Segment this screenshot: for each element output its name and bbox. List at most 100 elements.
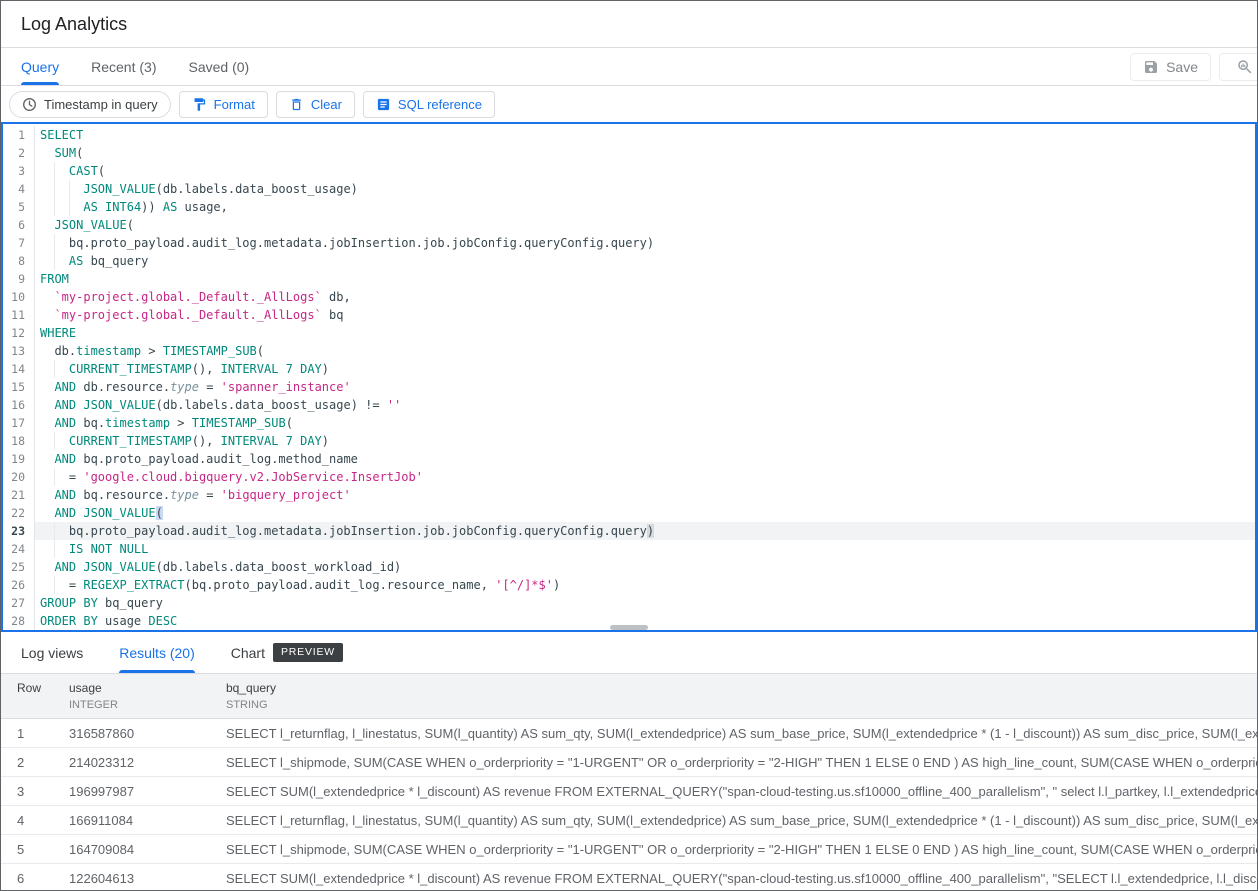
- code-text: SELECT: [35, 126, 1255, 144]
- format-button[interactable]: Format: [179, 91, 268, 118]
- table-row[interactable]: 1316587860SELECT l_returnflag, l_linesta…: [1, 719, 1257, 748]
- code-text: AND JSON_VALUE(db.labels.data_boost_usag…: [35, 396, 1255, 414]
- search-insights-icon: [1236, 58, 1254, 76]
- column-header-usage: usage: [69, 681, 226, 695]
- format-paint-icon: [192, 97, 207, 112]
- code-line[interactable]: 11 `my-project.global._Default._AllLogs`…: [3, 306, 1255, 324]
- sql-reference-button[interactable]: SQL reference: [363, 91, 495, 118]
- code-line[interactable]: 12WHERE: [3, 324, 1255, 342]
- column-type-bq-query: STRING: [226, 699, 1257, 711]
- tab-log-views[interactable]: Log views: [21, 632, 83, 673]
- code-text: AS INT64)) AS usage,: [35, 198, 1255, 216]
- code-line[interactable]: 19 AND bq.proto_payload.audit_log.method…: [3, 450, 1255, 468]
- log-analytics-window: Log Analytics Query Recent (3) Saved (0)…: [0, 0, 1258, 891]
- code-line[interactable]: 6 JSON_VALUE(: [3, 216, 1255, 234]
- table-row[interactable]: 3196997987SELECT SUM(l_extendedprice * l…: [1, 777, 1257, 806]
- line-number: 1: [3, 126, 35, 144]
- trash-icon: [289, 97, 304, 112]
- code-text: `my-project.global._Default._AllLogs` bq: [35, 306, 1255, 324]
- query-insights-button[interactable]: [1219, 53, 1258, 81]
- save-button[interactable]: Save: [1130, 53, 1211, 81]
- code-text: AND db.resource.type = 'spanner_instance…: [35, 378, 1255, 396]
- bq-query-cell: SELECT SUM(l_extendedprice * l_discount)…: [226, 784, 1257, 799]
- line-number: 15: [3, 378, 35, 396]
- code-text: AND JSON_VALUE(: [35, 504, 1255, 522]
- line-number: 21: [3, 486, 35, 504]
- code-line[interactable]: 4 JSON_VALUE(db.labels.data_boost_usage): [3, 180, 1255, 198]
- bq-query-cell: SELECT l_shipmode, SUM(CASE WHEN o_order…: [226, 842, 1257, 857]
- code-text: SUM(: [35, 144, 1255, 162]
- column-header-row: Row: [17, 681, 69, 695]
- code-text: JSON_VALUE(: [35, 216, 1255, 234]
- code-line[interactable]: 27GROUP BY bq_query: [3, 594, 1255, 612]
- line-number: 14: [3, 360, 35, 378]
- code-text: bq.proto_payload.audit_log.metadata.jobI…: [35, 234, 1255, 252]
- results-table-header: Row usage INTEGER bq_query STRING: [1, 673, 1257, 719]
- code-text: = REGEXP_EXTRACT(bq.proto_payload.audit_…: [35, 576, 1255, 594]
- line-number: 2: [3, 144, 35, 162]
- table-row[interactable]: 4166911084SELECT l_returnflag, l_linesta…: [1, 806, 1257, 835]
- code-line[interactable]: 17 AND bq.timestamp > TIMESTAMP_SUB(: [3, 414, 1255, 432]
- usage-cell: 164709084: [69, 842, 226, 857]
- code-text: CURRENT_TIMESTAMP(), INTERVAL 7 DAY): [35, 360, 1255, 378]
- code-text: FROM: [35, 270, 1255, 288]
- tab-recent[interactable]: Recent (3): [91, 48, 156, 85]
- code-line[interactable]: 25 AND JSON_VALUE(db.labels.data_boost_w…: [3, 558, 1255, 576]
- code-line[interactable]: 20 = 'google.cloud.bigquery.v2.JobServic…: [3, 468, 1255, 486]
- usage-cell: 166911084: [69, 813, 226, 828]
- code-line[interactable]: 21 AND bq.resource.type = 'bigquery_proj…: [3, 486, 1255, 504]
- line-number: 3: [3, 162, 35, 180]
- tab-saved[interactable]: Saved (0): [188, 48, 249, 85]
- code-text: AND bq.proto_payload.audit_log.method_na…: [35, 450, 1255, 468]
- line-number: 12: [3, 324, 35, 342]
- tab-query[interactable]: Query: [21, 48, 59, 85]
- code-line[interactable]: 22 AND JSON_VALUE(: [3, 504, 1255, 522]
- query-tabbar: Query Recent (3) Saved (0) Save: [1, 48, 1257, 86]
- code-line[interactable]: 8 AS bq_query: [3, 252, 1255, 270]
- clear-button[interactable]: Clear: [276, 91, 355, 118]
- tab-results[interactable]: Results (20): [119, 632, 194, 673]
- code-line[interactable]: 1SELECT: [3, 126, 1255, 144]
- code-line[interactable]: 26 = REGEXP_EXTRACT(bq.proto_payload.aud…: [3, 576, 1255, 594]
- column-type-usage: INTEGER: [69, 699, 226, 711]
- code-line[interactable]: 24 IS NOT NULL: [3, 540, 1255, 558]
- save-icon: [1143, 59, 1159, 75]
- row-number-cell: 5: [1, 842, 69, 857]
- line-number: 11: [3, 306, 35, 324]
- line-number: 19: [3, 450, 35, 468]
- timestamp-in-query-chip[interactable]: Timestamp in query: [9, 91, 171, 118]
- tab-chart[interactable]: Chart PREVIEW: [231, 632, 343, 673]
- code-text: AND JSON_VALUE(db.labels.data_boost_work…: [35, 558, 1255, 576]
- table-row[interactable]: 2214023312SELECT l_shipmode, SUM(CASE WH…: [1, 748, 1257, 777]
- clock-icon: [22, 97, 37, 112]
- timestamp-chip-label: Timestamp in query: [44, 97, 158, 112]
- sql-editor[interactable]: 1SELECT2 SUM(3 CAST(4 JSON_VALUE(db.labe…: [1, 122, 1257, 632]
- line-number: 26: [3, 576, 35, 594]
- code-line[interactable]: 2 SUM(: [3, 144, 1255, 162]
- code-line[interactable]: 13 db.timestamp > TIMESTAMP_SUB(: [3, 342, 1255, 360]
- code-line[interactable]: 16 AND JSON_VALUE(db.labels.data_boost_u…: [3, 396, 1255, 414]
- line-number: 16: [3, 396, 35, 414]
- page-title: Log Analytics: [21, 14, 127, 35]
- code-line[interactable]: 9FROM: [3, 270, 1255, 288]
- code-line[interactable]: 3 CAST(: [3, 162, 1255, 180]
- panel-resize-handle[interactable]: [610, 625, 648, 630]
- code-text: AND bq.timestamp > TIMESTAMP_SUB(: [35, 414, 1255, 432]
- code-line[interactable]: 18 CURRENT_TIMESTAMP(), INTERVAL 7 DAY): [3, 432, 1255, 450]
- code-line[interactable]: 23 bq.proto_payload.audit_log.metadata.j…: [3, 522, 1255, 540]
- app-header: Log Analytics: [1, 1, 1257, 48]
- code-text: bq.proto_payload.audit_log.metadata.jobI…: [35, 522, 1255, 540]
- usage-cell: 214023312: [69, 755, 226, 770]
- line-number: 28: [3, 612, 35, 630]
- table-row[interactable]: 5164709084SELECT l_shipmode, SUM(CASE WH…: [1, 835, 1257, 864]
- code-line[interactable]: 10 `my-project.global._Default._AllLogs`…: [3, 288, 1255, 306]
- code-line[interactable]: 7 bq.proto_payload.audit_log.metadata.jo…: [3, 234, 1255, 252]
- format-button-label: Format: [214, 97, 255, 112]
- code-text: CURRENT_TIMESTAMP(), INTERVAL 7 DAY): [35, 432, 1255, 450]
- code-line[interactable]: 14 CURRENT_TIMESTAMP(), INTERVAL 7 DAY): [3, 360, 1255, 378]
- results-table: Row usage INTEGER bq_query STRING 131658…: [1, 673, 1257, 891]
- code-line[interactable]: 15 AND db.resource.type = 'spanner_insta…: [3, 378, 1255, 396]
- table-row[interactable]: 6122604613SELECT SUM(l_extendedprice * l…: [1, 864, 1257, 891]
- code-text: WHERE: [35, 324, 1255, 342]
- code-line[interactable]: 5 AS INT64)) AS usage,: [3, 198, 1255, 216]
